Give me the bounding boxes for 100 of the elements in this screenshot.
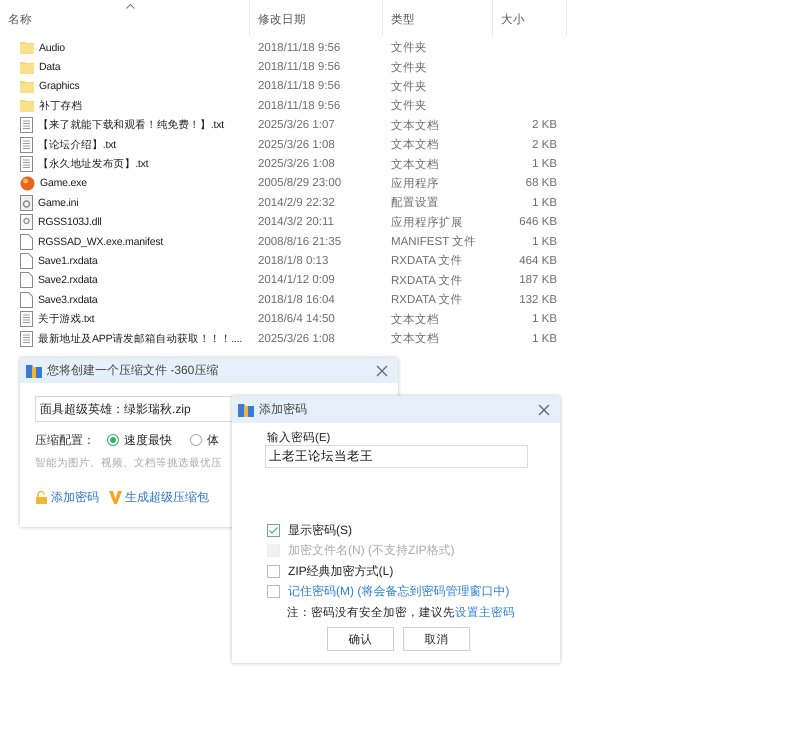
close-icon[interactable] [538, 404, 550, 416]
file-size: 646 KB [518, 216, 557, 228]
file-name[interactable]: 关于游戏.txt [38, 312, 94, 326]
file-type: 文件夹 [390, 40, 428, 56]
folder-icon [20, 99, 34, 112]
file-size: 1 KB [531, 196, 557, 209]
column-header[interactable]: 修改日期 [250, 0, 383, 36]
archive-icon [238, 402, 254, 416]
file-type: 应用程序扩展 [390, 215, 464, 230]
file-name[interactable]: Save3.rxdata [38, 294, 98, 306]
file-name[interactable]: Audio [39, 42, 65, 54]
file-size: 2 KB [531, 138, 557, 151]
master-password-link[interactable]: 设置主密码 [455, 605, 515, 620]
file-date: 2018/11/18 9:56 [257, 80, 342, 92]
v-icon [109, 491, 122, 504]
file-type: RXDATA 文件 [390, 254, 464, 268]
file-name[interactable]: Data [39, 61, 60, 74]
file-type: MANIFEST 文件 [390, 234, 478, 250]
file-name[interactable]: Graphics [39, 80, 80, 92]
file-date: 2008/8/16 21:35 [257, 236, 342, 248]
file-date: 2018/1/8 16:04 [257, 294, 336, 306]
radio-button[interactable] [190, 434, 202, 446]
link[interactable]: 添加密码 [51, 489, 99, 506]
file-name[interactable]: 【来了就能下载和观看！纯免费！】.txt [38, 118, 224, 132]
file-type: 文本文档 [390, 118, 440, 133]
file-date: 2018/11/18 9:56 [257, 100, 342, 112]
blank-file-icon [20, 234, 33, 250]
file-name[interactable]: Game.exe [40, 177, 87, 190]
gear-file-icon [20, 194, 33, 211]
dialog-button[interactable]: 确认 [327, 627, 394, 651]
text-file-icon [20, 136, 33, 153]
file-type: 文本文档 [390, 158, 440, 172]
archive-icon [26, 364, 42, 378]
file-date: 2025/3/26 1:07 [257, 119, 336, 132]
radio-button[interactable] [107, 434, 119, 446]
config-label: 压缩配置： [35, 432, 95, 448]
dialog-button[interactable]: 取消 [403, 627, 470, 651]
ball-icon [20, 176, 35, 191]
file-name[interactable]: 补丁存档 [39, 98, 82, 113]
file-name[interactable]: 【论坛介绍】.txt [38, 138, 116, 152]
option-label[interactable]: 记住密码(M) (将会备忘到密码管理窗口中) [288, 583, 510, 600]
option-label[interactable]: 显示密码(S) [288, 522, 352, 539]
file-size: 1 KB [531, 158, 557, 170]
file-size: 1 KB [531, 313, 557, 326]
link[interactable]: 生成超级压缩包 [125, 489, 209, 506]
file-name[interactable]: RGSS103J.dll [38, 216, 102, 228]
file-date: 2018/1/8 0:13 [257, 254, 330, 267]
file-type: 文本文档 [390, 332, 440, 346]
file-size: 1 KB [531, 236, 557, 248]
checkbox[interactable] [267, 585, 280, 598]
file-date: 2018/11/18 9:56 [257, 42, 342, 54]
note-text: 注：密码没有安全加密，建议先 [287, 605, 455, 620]
folder-icon [20, 41, 34, 54]
file-size: 1 KB [531, 332, 557, 345]
file-name[interactable]: Save2.rxdata [38, 274, 98, 286]
checkbox[interactable] [267, 524, 280, 537]
option-label[interactable]: ZIP经典加密方式(L) [288, 562, 394, 580]
file-date: 2014/2/9 22:32 [257, 196, 336, 209]
file-name[interactable]: Game.ini [38, 196, 78, 209]
option-label[interactable]: 速度最快 [124, 432, 172, 448]
file-size: 187 KB [518, 274, 557, 286]
file-name[interactable]: RGSSAD_WX.exe.manifest [38, 236, 164, 248]
file-type: 文件夹 [390, 60, 428, 75]
folder-icon [20, 60, 34, 74]
field-label: 输入密码(E) [267, 430, 332, 445]
file-size: 464 KB [518, 254, 557, 267]
file-type: 文本文档 [390, 138, 440, 152]
file-type: 配置设置 [390, 196, 440, 210]
blank-file-icon [20, 272, 33, 288]
text-file-icon [20, 156, 33, 172]
blank-file-icon [20, 252, 33, 269]
column-header[interactable]: 大小 [493, 0, 567, 36]
column-header[interactable]: 名称 [0, 0, 250, 36]
close-icon[interactable] [376, 364, 388, 376]
text-file-icon [20, 117, 33, 134]
file-type: RXDATA 文件 [390, 274, 464, 288]
file-date: 2025/3/26 1:08 [257, 332, 336, 345]
text-file-icon [20, 330, 33, 347]
file-name[interactable]: Save1.rxdata [38, 254, 98, 267]
file-type: 应用程序 [390, 176, 440, 191]
option-label[interactable]: 体 [207, 432, 219, 448]
window-title: 您将创建一个压缩文件 -360压缩 [47, 362, 220, 379]
file-name[interactable]: 【永久地址发布页】.txt [38, 157, 148, 172]
blank-file-icon [20, 292, 33, 308]
column-header[interactable]: 类型 [383, 0, 493, 36]
file-type: 文本文档 [390, 312, 440, 327]
file-type: 文件夹 [390, 80, 428, 94]
file-date: 2014/1/12 0:09 [257, 274, 336, 286]
folder-icon [20, 80, 34, 93]
file-date: 2014/3/2 20:11 [257, 216, 335, 228]
text-file-icon [20, 311, 33, 328]
gear-file-icon [20, 214, 33, 230]
lock-icon [35, 491, 48, 504]
file-size: 68 KB [524, 177, 557, 190]
file-type: 文件夹 [390, 98, 428, 114]
file-name[interactable]: 最新地址及APP请发邮箱自动获取！！！.... [38, 332, 242, 346]
checkbox[interactable] [267, 564, 280, 578]
window-title: 添加密码 [259, 401, 308, 418]
file-date: 2018/6/4 14:50 [257, 313, 336, 326]
password-field[interactable]: 上老王论坛当老王 [265, 445, 528, 468]
